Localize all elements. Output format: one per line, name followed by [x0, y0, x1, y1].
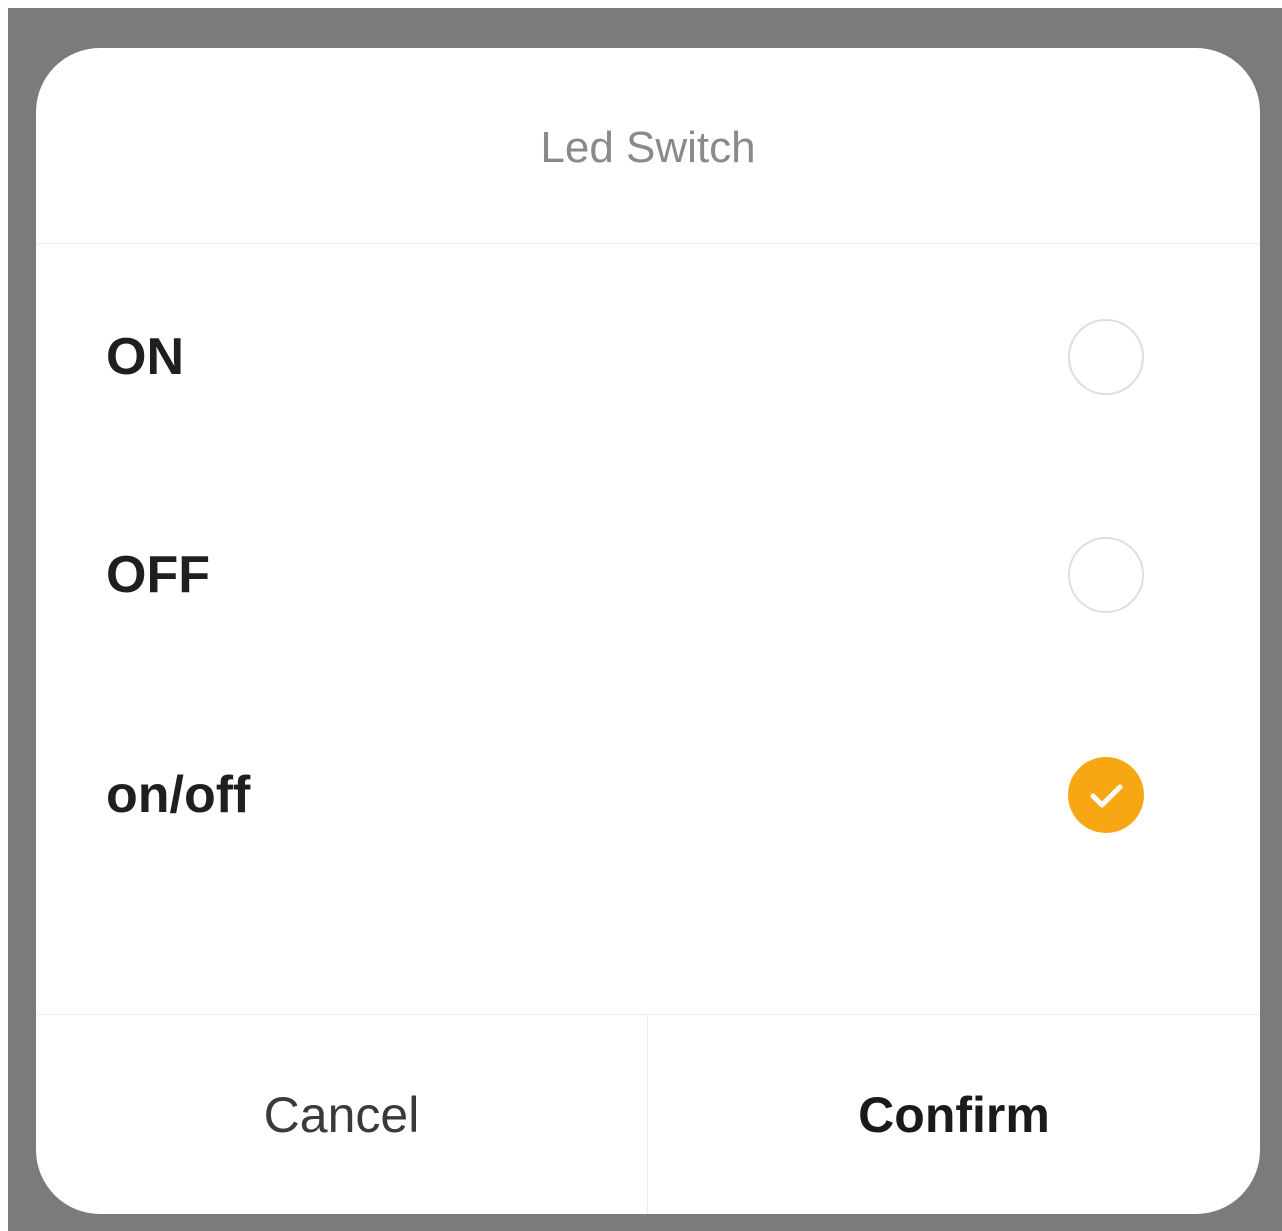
- dialog-header: Led Switch: [36, 48, 1260, 244]
- check-icon: [1090, 784, 1123, 808]
- confirm-button[interactable]: Confirm: [648, 1015, 1260, 1214]
- option-off-label: OFF: [106, 546, 210, 604]
- option-on-off-label: on/off: [106, 766, 251, 824]
- option-on-label: ON: [106, 328, 184, 386]
- option-off-radio[interactable]: [1068, 537, 1144, 613]
- option-on-off-radio[interactable]: [1068, 757, 1144, 833]
- cancel-button[interactable]: Cancel: [36, 1015, 648, 1214]
- dialog-title: Led Switch: [540, 123, 756, 172]
- dialog-footer: Cancel Confirm: [36, 1014, 1260, 1214]
- option-off[interactable]: OFF: [36, 480, 1260, 670]
- option-on[interactable]: ON: [36, 262, 1260, 452]
- option-on-radio[interactable]: [1068, 319, 1144, 395]
- option-on-off[interactable]: on/off: [36, 700, 1260, 890]
- led-switch-dialog: Led Switch ON OFF on/off Cancel Confirm: [36, 48, 1260, 1214]
